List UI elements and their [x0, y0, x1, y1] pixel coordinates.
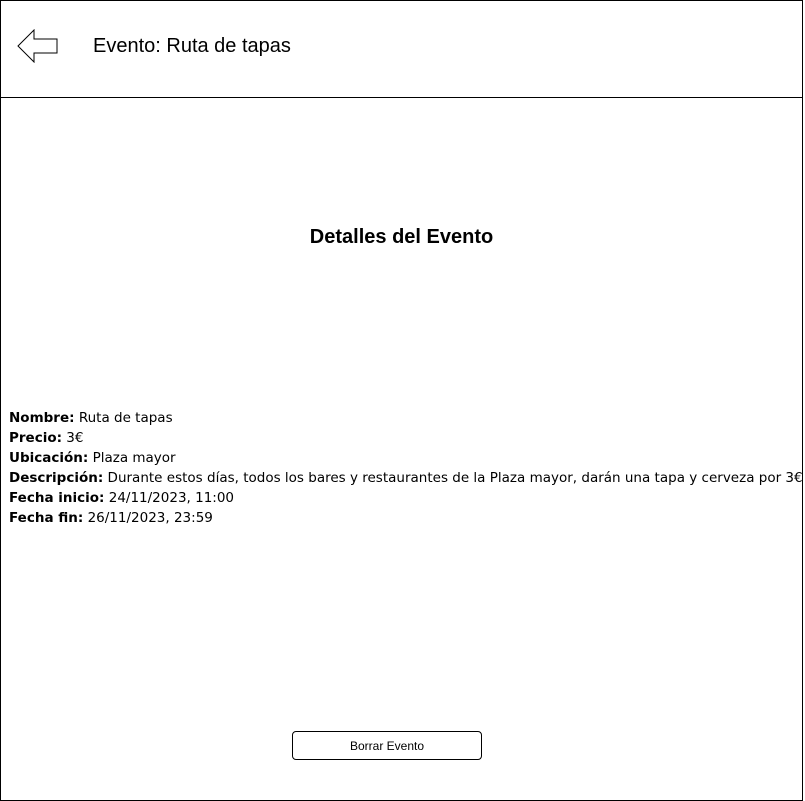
detail-label: Descripción: — [9, 470, 104, 486]
detail-value: Plaza mayor — [88, 450, 176, 466]
detail-row-precio: Precio: 3€ — [9, 428, 799, 448]
detail-label: Nombre: — [9, 410, 75, 426]
detail-row-descripcion: Descripción: Durante estos días, todos l… — [9, 468, 803, 488]
detail-value: 3€ — [62, 430, 84, 446]
detail-value: 26/11/2023, 23:59 — [83, 510, 213, 526]
detail-label: Fecha inicio: — [9, 490, 105, 506]
detail-value: Ruta de tapas — [74, 410, 173, 426]
detail-label: Ubicación: — [9, 450, 89, 466]
event-details: Nombre: Ruta de tapas Precio: 3€ Ubicaci… — [9, 408, 803, 528]
detail-row-nombre: Nombre: Ruta de tapas — [9, 408, 799, 428]
delete-event-button[interactable]: Borrar Evento — [292, 731, 482, 760]
section-title: Detalles del Evento — [309, 226, 494, 248]
detail-row-ubicacion: Ubicación: Plaza mayor — [9, 448, 799, 468]
detail-label: Fecha fin: — [9, 510, 84, 526]
detail-value: 24/11/2023, 11:00 — [104, 490, 235, 506]
detail-row-fecha-inicio: Fecha inicio: 24/11/2023, 11:00 — [9, 488, 799, 508]
detail-row-fecha-fin: Fecha fin: 26/11/2023, 23:59 — [9, 508, 799, 528]
page-title: Evento: Ruta de tapas — [93, 35, 291, 57]
detail-label: Precio: — [9, 430, 63, 446]
arrow-left-icon[interactable] — [17, 29, 59, 63]
app-window: Evento: Ruta de tapas Detalles del Event… — [0, 0, 803, 801]
header-bar: Evento: Ruta de tapas — [1, 1, 802, 98]
detail-value: Durante estos días, todos los bares y re… — [103, 470, 803, 486]
